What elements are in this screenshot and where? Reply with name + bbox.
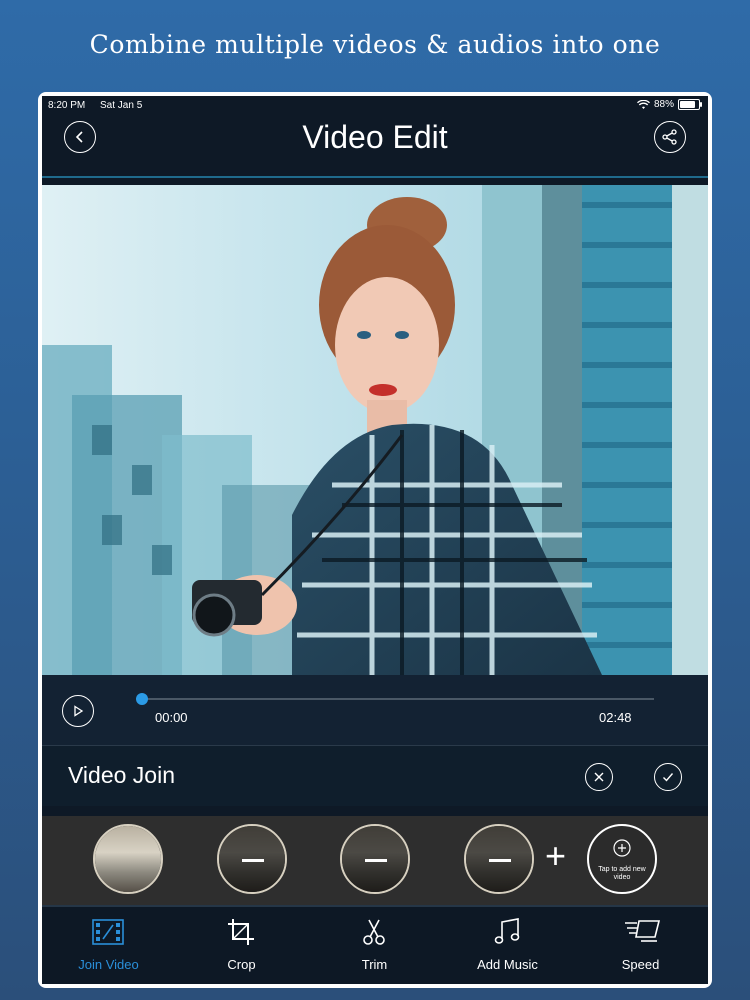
add-new-video-button[interactable]: Tap to add new video [587,824,657,894]
current-time: 00:00 [155,710,188,725]
tab-add-music[interactable]: Add Music [441,907,574,984]
close-icon [594,772,604,782]
status-bar: 8:20 PM Sat Jan 5 88% [42,96,708,116]
film-icon [92,919,124,945]
tab-crop[interactable]: Crop [175,907,308,984]
status-indicators: 88% [636,99,702,110]
video-preview[interactable] [42,185,708,675]
share-button[interactable] [654,121,686,153]
tab-trim[interactable]: Trim [308,907,441,984]
remove-clip-icon[interactable] [242,859,264,862]
tab-join-video[interactable]: Join Video [42,907,175,984]
crop-icon [228,919,254,945]
clip-thumbnail[interactable] [464,824,534,894]
tab-label: Add Music [477,957,538,972]
player-controls: 00:00 02:48 [42,675,708,745]
share-nodes-icon [662,129,677,145]
clip-thumbnail[interactable] [93,824,163,894]
play-button[interactable] [62,695,94,727]
speed-icon [625,920,661,942]
music-note-icon [494,918,520,944]
bottom-toolbar: Join Video Crop Trim Add Music Speed [42,905,708,984]
seek-slider[interactable] [136,693,654,705]
promo-headline: Combine multiple videos & audios into on… [89,30,661,59]
remove-clip-icon[interactable] [489,859,511,862]
battery-percent: 88% [653,99,674,110]
tab-speed[interactable]: Speed [574,907,707,984]
page-title: Video Edit [302,119,448,155]
video-frame-illustration [42,185,708,675]
confirm-button[interactable] [654,763,682,791]
video-join-title: Video Join [68,762,175,788]
clip-thumbnail[interactable] [340,824,410,894]
status-date: Sat Jan 5 [100,100,143,111]
play-icon [74,705,84,717]
checkmark-icon [663,773,674,782]
wifi-icon [636,99,650,109]
clip-image [95,826,161,892]
clip-thumbnail[interactable] [217,824,287,894]
tab-label: Speed [621,957,660,972]
tab-label: Join Video [78,957,139,972]
add-circle-icon [613,839,631,857]
tab-label: Trim [361,957,388,972]
remove-clip-icon[interactable] [365,859,387,862]
video-join-header: Video Join [42,745,708,806]
plus-icon: + [545,835,567,876]
seek-thumb[interactable] [136,693,148,705]
battery-icon [678,99,702,110]
add-new-video-label: Tap to add new video [598,866,646,881]
nav-bar: Video Edit [42,116,708,176]
nav-divider [42,176,708,178]
status-time: 8:20 PM [48,100,86,111]
cancel-button[interactable] [585,763,613,791]
clip-strip: + Tap to add new video [42,816,708,905]
duration-time: 02:48 [599,710,632,725]
scissors-icon [363,919,385,945]
app-screen: 8:20 PM Sat Jan 5 88% Video Edit 00:00 0… [42,96,708,984]
tab-label: Crop [227,957,256,972]
